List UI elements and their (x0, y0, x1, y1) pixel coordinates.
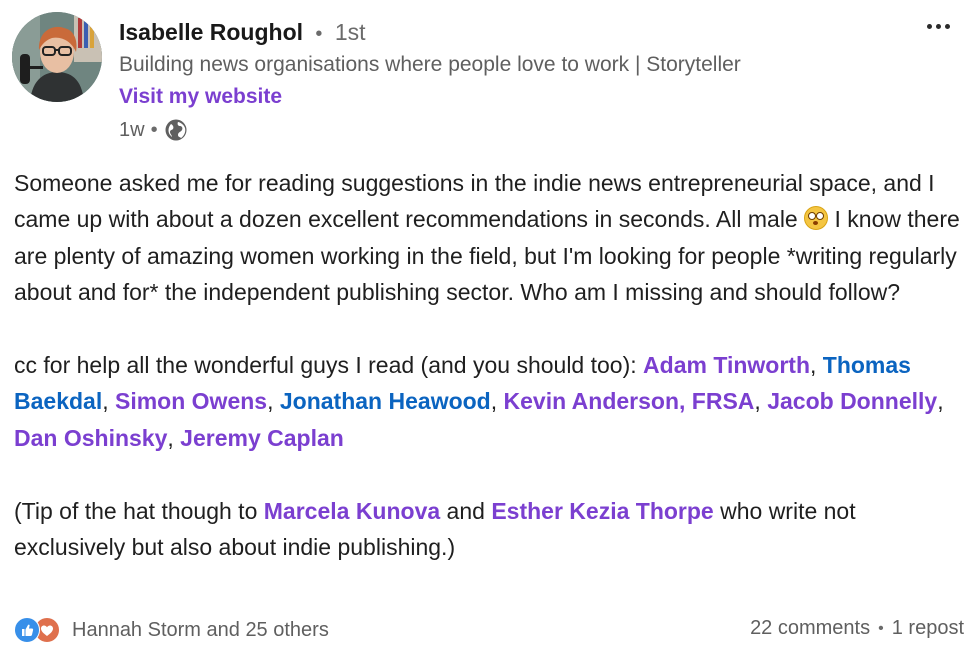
comma-separator: , (490, 388, 504, 415)
bullet-separator: • (878, 619, 884, 637)
engagement-counts: 22 comments • 1 repost (750, 617, 964, 640)
mention-adam-tinworth[interactable]: Adam Tinworth (643, 352, 810, 378)
post-paragraph-3: (Tip of the hat though to Marcela Kunova… (14, 493, 964, 566)
comma-separator: , (810, 352, 823, 379)
globe-icon (164, 118, 188, 142)
comma-separator: , (102, 388, 115, 415)
post-text: (Tip of the hat though to (14, 497, 264, 524)
post-time: 1w (119, 119, 145, 141)
flushed-face-emoji-icon (804, 206, 829, 231)
connection-degree: 1st (334, 19, 366, 45)
comma-separator: , (937, 388, 944, 415)
comments-count-link[interactable]: 22 comments (750, 617, 870, 640)
feed-post: Isabelle Roughol • 1st Building news org… (0, 0, 978, 652)
author-avatar[interactable] (12, 12, 102, 102)
more-horizontal-icon-dot (944, 23, 950, 29)
more-horizontal-icon-dot (935, 23, 941, 29)
post-paragraph-1: Someone asked me for reading suggestions… (14, 165, 964, 311)
more-horizontal-icon-dot (926, 23, 932, 29)
mention-jonathan-heawood[interactable]: Jonathan Heawood (280, 388, 491, 414)
social-counts-bar: Hannah Storm and 25 others 22 comments •… (14, 614, 964, 646)
post-meta: 1w • (119, 116, 188, 144)
bullet-separator: • (150, 119, 158, 141)
post-text: and (440, 497, 492, 524)
post-text: Someone asked me for reading suggestions… (14, 170, 935, 233)
post-paragraph-2: cc for help all the wonderful guys I rea… (14, 347, 964, 456)
reactions-summary[interactable]: Hannah Storm and 25 others (14, 617, 329, 643)
mention-dan-oshinsky[interactable]: Dan Oshinsky (14, 425, 167, 451)
mention-kevin-anderson[interactable]: Kevin Anderson, FRSA (504, 388, 755, 414)
author-name[interactable]: Isabelle Roughol (119, 19, 303, 45)
visit-website-link[interactable]: Visit my website (119, 83, 282, 111)
author-line: Isabelle Roughol • 1st (119, 17, 366, 49)
comma-separator: , (267, 388, 280, 415)
author-headline: Building news organisations where people… (119, 53, 741, 76)
mention-jeremy-caplan[interactable]: Jeremy Caplan (180, 425, 344, 451)
mention-marcela-kunova[interactable]: Marcela Kunova (264, 498, 440, 524)
author-photo (12, 12, 102, 102)
mention-simon-owens[interactable]: Simon Owens (115, 388, 267, 414)
comma-separator: , (754, 388, 768, 415)
post-text: cc for help all the wonderful guys I rea… (14, 352, 644, 379)
like-icon (14, 617, 40, 643)
more-options-button[interactable] (920, 14, 956, 38)
mention-jacob-donnelly[interactable]: Jacob Donnelly (767, 388, 937, 414)
post-body: Someone asked me for reading suggestions… (14, 165, 964, 565)
reposts-count-link[interactable]: 1 repost (892, 617, 964, 640)
reaction-icons (14, 617, 64, 643)
bullet-separator: • (315, 23, 323, 45)
mention-esther-kezia-thorpe[interactable]: Esther Kezia Thorpe (491, 498, 713, 524)
reactions-count-text: Hannah Storm and 25 others (72, 618, 329, 641)
comma-separator: , (167, 424, 181, 451)
